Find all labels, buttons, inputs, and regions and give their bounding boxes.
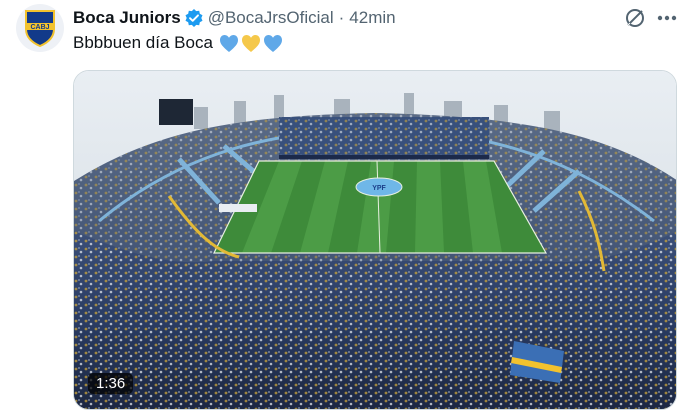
author-name[interactable]: Boca Juniors [73, 8, 181, 28]
video-duration: 1:36 [88, 373, 134, 394]
video-player[interactable]: YPF 1:36 [73, 70, 677, 410]
more-options-icon[interactable] [656, 7, 678, 29]
verified-badge-icon[interactable] [184, 8, 204, 28]
separator-dot: · [338, 8, 345, 27]
blue-heart-icon [263, 34, 282, 52]
tweet-text: Bbbbuen día Boca [73, 33, 283, 53]
avatar[interactable]: CABJ [16, 4, 64, 52]
tweet-header: Boca Juniors @BocaJrsOficial · 42min [73, 6, 396, 30]
timestamp[interactable]: 42min [349, 8, 395, 28]
boca-crest-icon: CABJ [25, 10, 55, 47]
tweet-body: Bbbbuen día Boca [73, 33, 213, 52]
yellow-heart-icon [241, 34, 260, 52]
stadium-video-frame: YPF [74, 71, 676, 409]
field-logo: YPF [372, 185, 386, 192]
avatar-crest-text: CABJ [30, 24, 49, 31]
grok-icon[interactable] [624, 7, 646, 29]
author-handle[interactable]: @BocaJrsOficial [208, 8, 334, 28]
heart-emojis [219, 34, 283, 53]
blue-heart-icon [219, 34, 238, 52]
